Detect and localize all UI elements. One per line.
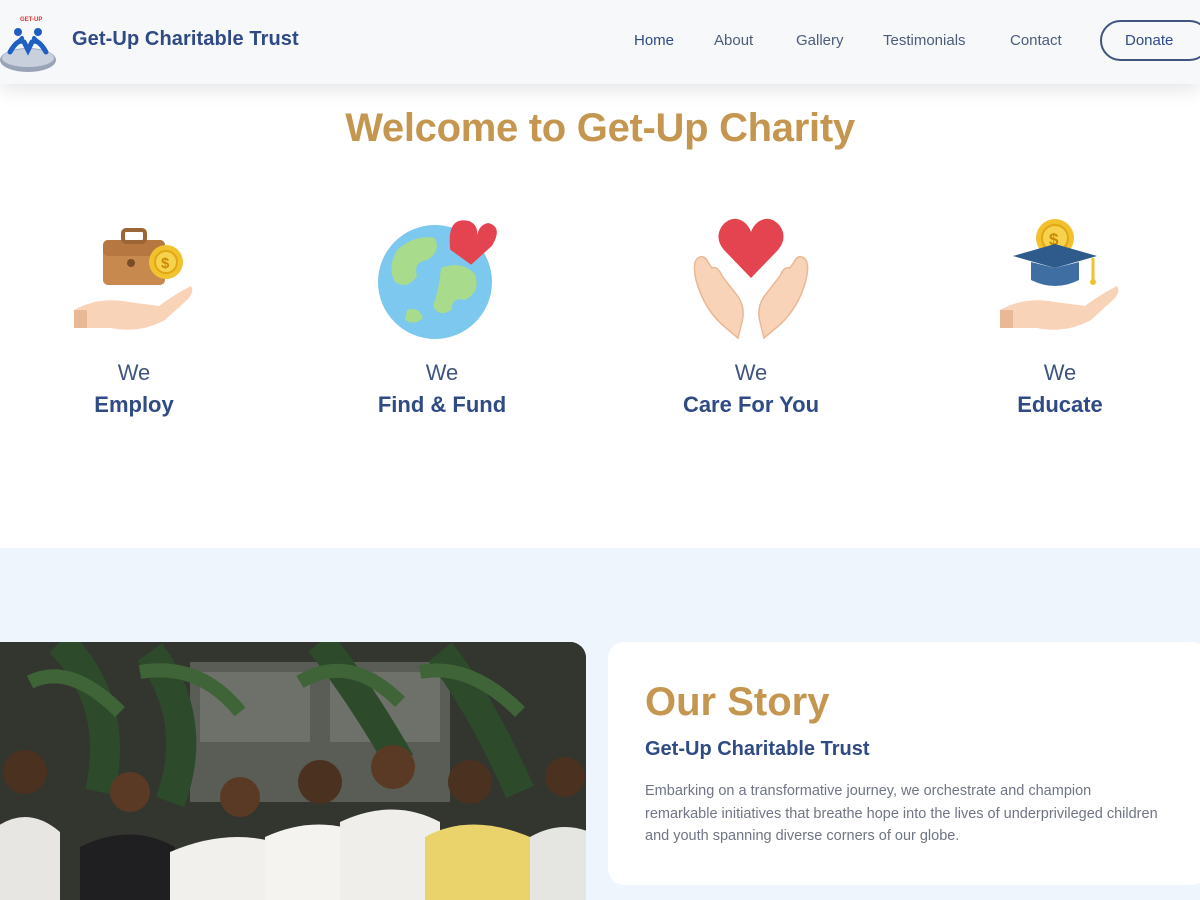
story-title: Our Story: [645, 680, 830, 724]
feature-care: We Care For You: [631, 210, 871, 418]
heart-hands-icon: [693, 218, 809, 340]
story-subtitle: Get-Up Charitable Trust: [645, 738, 870, 760]
graduation-hand-icon: $: [1000, 219, 1119, 330]
feature-we-label: We: [1043, 360, 1077, 385]
nav-gallery[interactable]: Gallery: [796, 32, 844, 49]
feature-find-fund: We Find & Fund: [322, 210, 562, 418]
site-header: GET-UP Get-Up Charitable Trust Home Abou…: [0, 0, 1200, 84]
feature-we-label: We: [425, 360, 459, 385]
nav-about[interactable]: About: [714, 32, 753, 49]
feature-title: Employ: [94, 392, 174, 417]
team-photo: [0, 642, 586, 900]
nav-testimonials[interactable]: Testimonials: [883, 32, 966, 49]
feature-educate: $ We Educate: [940, 210, 1180, 418]
feature-title: Educate: [1017, 392, 1103, 417]
svg-text:$: $: [161, 255, 170, 272]
briefcase-hand-icon: $: [74, 228, 193, 330]
main-nav: Home About Gallery Testimonials Contact: [0, 32, 1200, 52]
story-card: Our Story Get-Up Charitable Trust Embark…: [608, 642, 1200, 885]
nav-contact[interactable]: Contact: [1010, 32, 1062, 49]
feature-title: Find & Fund: [377, 392, 507, 417]
nav-home[interactable]: Home: [634, 32, 674, 49]
welcome-title: Welcome to Get-Up Charity: [345, 106, 855, 150]
feature-employ: $ We Employ: [14, 210, 254, 418]
story-text: Embarking on a transformative journey, w…: [645, 783, 1158, 844]
logo-text: GET-UP: [20, 17, 42, 23]
team-photo-graphic: [0, 642, 586, 900]
globe-heart-icon: [378, 220, 497, 339]
feature-we-label: We: [734, 360, 768, 385]
feature-we-label: We: [117, 360, 151, 385]
feature-title: Care For You: [682, 392, 820, 417]
donate-button[interactable]: Donate: [1100, 20, 1200, 61]
